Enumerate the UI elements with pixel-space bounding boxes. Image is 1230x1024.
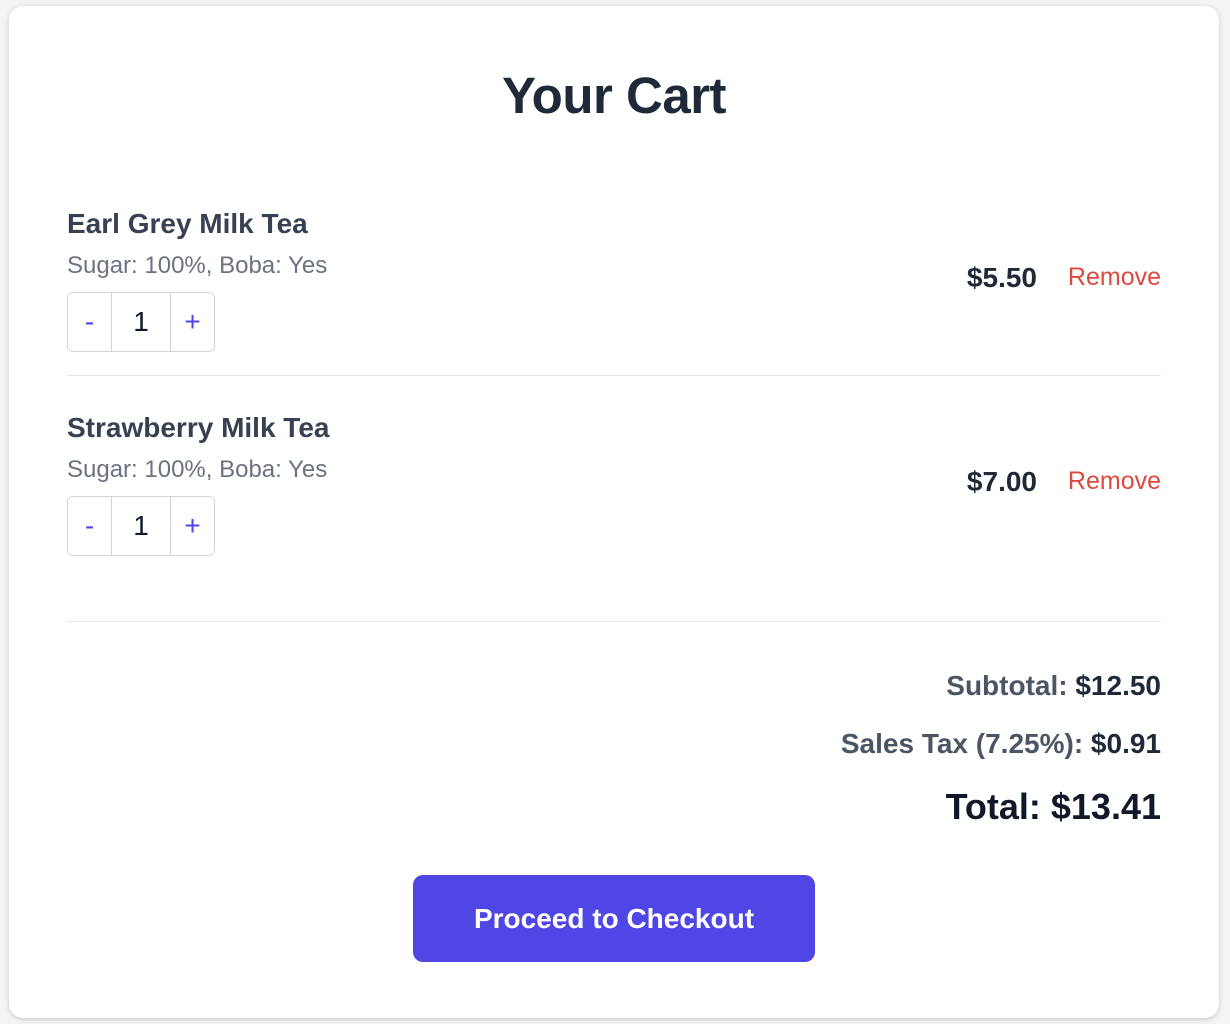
total-value: $13.41 [1050,786,1161,827]
tax-line: Sales Tax (7.25%): $0.91 [841,728,1161,760]
decrement-button[interactable]: - [68,293,111,351]
tax-value: $0.91 [1090,728,1161,759]
quantity-stepper: - 1 + [67,292,215,352]
cart-card: Your Cart Earl Grey Milk Tea Sugar: 100%… [9,6,1219,1018]
quantity-value: 1 [111,293,171,351]
subtotal-line: Subtotal: $12.50 [946,670,1161,702]
item-options: Sugar: 100%, Boba: Yes [67,252,328,279]
increment-button[interactable]: + [171,293,214,351]
quantity-stepper: - 1 + [67,496,215,556]
quantity-value: 1 [111,497,171,555]
cart-item: Strawberry Milk Tea Sugar: 100%, Boba: Y… [67,408,1161,558]
checkout-button[interactable]: Proceed to Checkout [413,875,815,962]
item-price: $5.50 [966,262,1037,293]
subtotal-label: Subtotal: [946,670,1068,701]
increment-button[interactable]: + [171,497,214,555]
total-label: Total: [945,786,1041,827]
item-name: Earl Grey Milk Tea [67,208,308,239]
page-title: Your Cart [501,67,727,124]
item-name: Strawberry Milk Tea [67,412,330,443]
summary-divider [67,621,1161,622]
cart-item: Earl Grey Milk Tea Sugar: 100%, Boba: Ye… [67,204,1161,376]
item-options: Sugar: 100%, Boba: Yes [67,456,328,483]
total-line: Total: $13.41 [946,786,1161,828]
decrement-button[interactable]: - [68,497,111,555]
remove-button[interactable]: Remove [1068,263,1161,292]
subtotal-value: $12.50 [1075,670,1161,701]
item-price: $7.00 [966,466,1037,497]
remove-button[interactable]: Remove [1068,467,1161,496]
tax-label: Sales Tax (7.25%): [840,728,1084,759]
